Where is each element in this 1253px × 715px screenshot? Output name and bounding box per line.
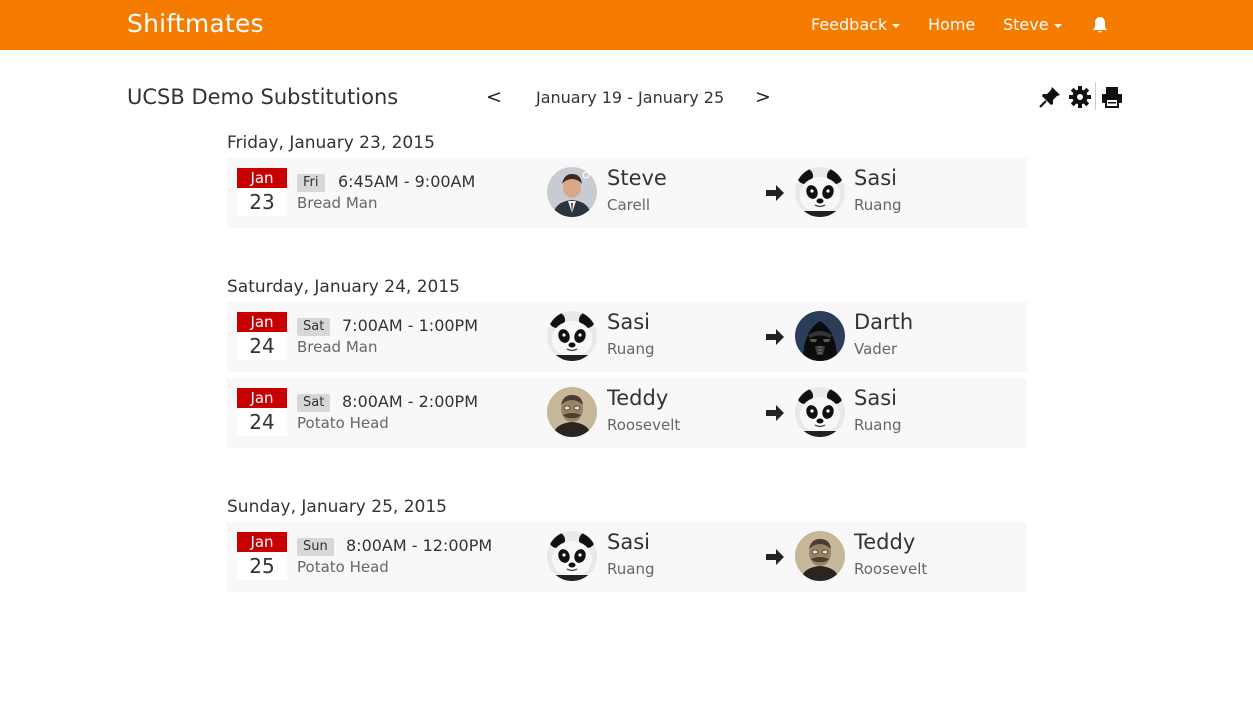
calendar-month: Jan xyxy=(237,532,287,552)
gear-icon[interactable] xyxy=(1068,85,1092,109)
to-avatar xyxy=(795,311,845,361)
to-avatar xyxy=(795,167,845,217)
calendar-day: 25 xyxy=(249,554,275,578)
to-last-name: Ruang xyxy=(854,416,902,434)
user-dropdown[interactable]: Steve xyxy=(1003,15,1062,34)
top-navbar: Shiftmates Feedback Home Steve xyxy=(0,0,1253,50)
toolbar-divider xyxy=(1095,82,1096,110)
from-avatar xyxy=(547,311,597,361)
day-heading: Saturday, January 24, 2015 xyxy=(227,277,460,297)
calendar-month: Jan xyxy=(237,312,287,332)
arrow-right-icon xyxy=(766,405,784,421)
caret-down-icon xyxy=(892,23,901,28)
from-last-name: Roosevelt xyxy=(607,416,681,434)
caret-down-icon xyxy=(1053,23,1062,28)
to-avatar xyxy=(795,387,845,437)
home-link[interactable]: Home xyxy=(928,15,975,34)
from-first-name: Teddy xyxy=(607,386,669,410)
to-last-name: Roosevelt xyxy=(854,560,928,578)
weekday-badge: Sun xyxy=(297,538,334,556)
from-first-name: Sasi xyxy=(607,530,650,554)
week-range-label: January 19 - January 25 xyxy=(536,88,725,107)
arrow-right-icon xyxy=(766,185,784,201)
shift-row[interactable]: Jan 23 Fri 6:45AM - 9:00AM Bread Man Ste… xyxy=(227,158,1027,228)
arrow-right-icon xyxy=(766,549,784,565)
calendar-month: Jan xyxy=(237,168,287,188)
shift-row[interactable]: Jan 24 Sat 7:00AM - 1:00PM Bread Man Sas… xyxy=(227,302,1027,372)
print-icon[interactable] xyxy=(1100,85,1124,109)
to-first-name: Darth xyxy=(854,310,914,334)
shift-row[interactable]: Jan 25 Sun 8:00AM - 12:00PM Potato Head … xyxy=(227,522,1027,592)
calendar-day: 24 xyxy=(249,410,275,434)
from-last-name: Ruang xyxy=(607,340,655,358)
from-avatar xyxy=(547,531,597,581)
bell-icon[interactable] xyxy=(1090,15,1110,35)
to-last-name: Vader xyxy=(854,340,898,358)
calendar-date-badge: Jan 24 xyxy=(237,388,287,436)
feedback-dropdown[interactable]: Feedback xyxy=(811,15,901,34)
to-first-name: Teddy xyxy=(854,530,916,554)
from-last-name: Carell xyxy=(607,196,651,214)
shift-time: 7:00AM - 1:00PM xyxy=(342,316,479,335)
page-title: UCSB Demo Substitutions xyxy=(127,85,399,109)
day-heading: Sunday, January 25, 2015 xyxy=(227,497,447,517)
arrow-right-icon xyxy=(766,329,784,345)
shift-position: Potato Head xyxy=(297,414,389,432)
to-last-name: Ruang xyxy=(854,196,902,214)
calendar-day: 23 xyxy=(249,190,275,214)
from-last-name: Ruang xyxy=(607,560,655,578)
brand-logo[interactable]: Shiftmates xyxy=(127,9,264,38)
shift-position: Bread Man xyxy=(297,194,378,212)
shift-time: 6:45AM - 9:00AM xyxy=(338,172,476,191)
shift-row[interactable]: Jan 24 Sat 8:00AM - 2:00PM Potato Head T… xyxy=(227,378,1027,448)
from-avatar xyxy=(547,167,597,217)
shift-time: 8:00AM - 12:00PM xyxy=(346,536,493,555)
next-week-button[interactable]: > xyxy=(755,86,771,108)
shift-position: Bread Man xyxy=(297,338,378,356)
day-heading: Friday, January 23, 2015 xyxy=(227,133,435,153)
to-first-name: Sasi xyxy=(854,386,897,410)
user-name: Steve xyxy=(1003,15,1049,34)
to-first-name: Sasi xyxy=(854,166,897,190)
shift-time: 8:00AM - 2:00PM xyxy=(342,392,479,411)
weekday-badge: Sat xyxy=(297,318,331,336)
from-first-name: Sasi xyxy=(607,310,650,334)
calendar-date-badge: Jan 25 xyxy=(237,532,287,580)
from-first-name: Steve xyxy=(607,166,667,190)
from-avatar xyxy=(547,387,597,437)
shift-position: Potato Head xyxy=(297,558,389,576)
calendar-day: 24 xyxy=(249,334,275,358)
weekday-badge: Sat xyxy=(297,394,331,412)
calendar-date-badge: Jan 24 xyxy=(237,312,287,360)
prev-week-button[interactable]: < xyxy=(486,86,502,108)
calendar-date-badge: Jan 23 xyxy=(237,168,287,216)
feedback-label: Feedback xyxy=(811,15,888,34)
to-avatar xyxy=(795,531,845,581)
calendar-month: Jan xyxy=(237,388,287,408)
weekday-badge: Fri xyxy=(297,174,325,192)
pin-icon[interactable] xyxy=(1038,85,1062,109)
